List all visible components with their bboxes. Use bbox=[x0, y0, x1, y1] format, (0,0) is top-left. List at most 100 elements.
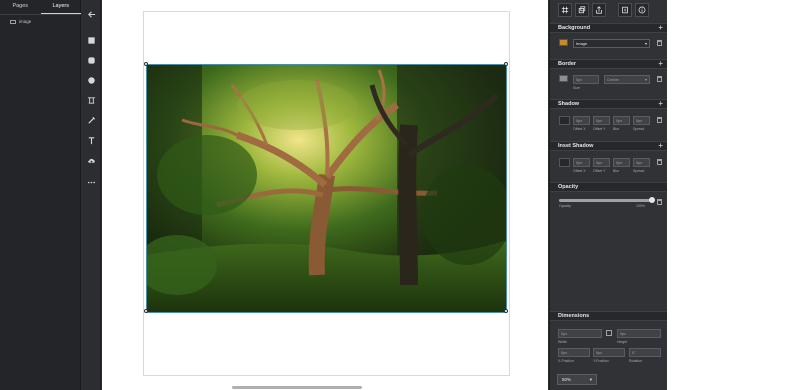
inset-spread-input[interactable]: 0px bbox=[633, 158, 650, 167]
grid-icon[interactable] bbox=[558, 3, 572, 17]
x-position-label: X-Position bbox=[558, 359, 574, 363]
tab-layers[interactable]: Layers bbox=[40, 0, 81, 14]
shadow-title: Shadow bbox=[558, 101, 580, 107]
cloud-upload-icon[interactable] bbox=[84, 154, 98, 166]
delete-opacity-icon[interactable] bbox=[657, 199, 662, 205]
resize-handle-top-right[interactable] bbox=[504, 62, 508, 66]
width-input[interactable]: 0px bbox=[558, 329, 602, 338]
background-section-header: Background + bbox=[550, 23, 668, 33]
zoom-value: 50% bbox=[562, 377, 572, 382]
layers-panel: Pages Layers image bbox=[0, 0, 81, 390]
inset-shadow-section-header: Inset Shadow + bbox=[550, 141, 668, 151]
opacity-label: Opacity bbox=[559, 204, 571, 208]
image-thumbnail-icon bbox=[10, 19, 16, 24]
layer-item-label: image bbox=[19, 19, 32, 24]
y-position-input[interactable]: 0px bbox=[593, 348, 625, 357]
opacity-section-header: Opacity bbox=[550, 182, 668, 192]
background-title: Background bbox=[558, 25, 591, 31]
tabs-divider bbox=[0, 14, 81, 15]
shadow-spread-input[interactable]: 0px bbox=[633, 116, 650, 125]
shadow-offset-x-label: Offset X bbox=[573, 127, 586, 131]
inset-offset-y-input[interactable]: 0px bbox=[593, 158, 610, 167]
panel-tabs: Pages Layers bbox=[0, 0, 81, 14]
watermark-text: wtvid.com bbox=[753, 374, 794, 384]
inset-offset-x-input[interactable]: 0px bbox=[573, 158, 590, 167]
add-shadow-icon[interactable]: + bbox=[658, 100, 663, 108]
lock-ratio-icon[interactable] bbox=[606, 330, 612, 336]
shadow-offset-y-input[interactable]: 0px bbox=[593, 116, 610, 125]
rounded-square-icon[interactable] bbox=[84, 54, 98, 66]
copy-icon[interactable] bbox=[618, 3, 632, 17]
inset-blur-label: Blur bbox=[613, 169, 620, 173]
circle-shape-icon[interactable] bbox=[84, 74, 98, 86]
dimensions-title: Dimensions bbox=[558, 313, 590, 319]
x-position-input[interactable]: 0px bbox=[558, 348, 590, 357]
delete-background-icon[interactable] bbox=[657, 40, 662, 46]
back-arrow-icon[interactable] bbox=[84, 8, 98, 20]
chevron-down-icon: ▾ bbox=[644, 77, 647, 82]
height-input[interactable]: 0px bbox=[617, 329, 661, 338]
border-size-label: Size bbox=[573, 86, 580, 90]
opacity-slider[interactable] bbox=[559, 197, 655, 203]
opacity-slider-handle[interactable] bbox=[649, 197, 655, 203]
shadow-offset-x-input[interactable]: 0px bbox=[573, 116, 590, 125]
canvas-area[interactable] bbox=[102, 0, 548, 390]
selected-image[interactable] bbox=[146, 64, 507, 313]
horizontal-scrollbar[interactable] bbox=[232, 386, 362, 389]
right-gutter bbox=[667, 0, 800, 390]
delete-shadow-icon[interactable] bbox=[657, 117, 662, 123]
opacity-slider-fill bbox=[559, 199, 652, 202]
rotation-input[interactable]: 0° bbox=[629, 348, 661, 357]
properties-panel: Background + Image ▾ Border + 0px Size C… bbox=[549, 0, 668, 390]
inset-offset-y-label: Offset Y bbox=[593, 169, 606, 173]
shadow-color-swatch[interactable] bbox=[559, 116, 570, 125]
add-inset-shadow-icon[interactable]: + bbox=[658, 142, 663, 150]
delete-inset-shadow-icon[interactable] bbox=[657, 159, 662, 165]
opacity-value: 100% bbox=[636, 204, 645, 208]
resize-handle-bottom-right[interactable] bbox=[504, 309, 508, 313]
layer-item-image[interactable]: image bbox=[10, 18, 31, 25]
inset-offset-x-label: Offset X bbox=[573, 169, 586, 173]
shadow-section-header: Shadow + bbox=[550, 99, 668, 109]
border-style-value: Center bbox=[607, 77, 620, 82]
layers-icon[interactable] bbox=[575, 3, 589, 17]
inset-blur-input[interactable]: 0px bbox=[613, 158, 630, 167]
inset-shadow-color-swatch[interactable] bbox=[559, 158, 570, 167]
chevron-down-icon: ▾ bbox=[644, 41, 647, 46]
dimensions-section-header: Dimensions bbox=[550, 311, 668, 321]
inset-spread-label: Spread bbox=[633, 169, 645, 173]
pen-tool-icon[interactable] bbox=[84, 114, 98, 126]
border-color-swatch[interactable] bbox=[559, 75, 568, 82]
height-label: Height bbox=[617, 340, 628, 344]
inset-shadow-title: Inset Shadow bbox=[558, 143, 594, 149]
add-border-icon[interactable]: + bbox=[658, 60, 663, 68]
image-tool-icon[interactable] bbox=[84, 94, 98, 106]
forest-tree-image bbox=[147, 65, 506, 312]
shadow-blur-input[interactable]: 0px bbox=[613, 116, 630, 125]
shadow-blur-label: Blur bbox=[613, 127, 620, 131]
border-size-input[interactable]: 0px bbox=[573, 75, 599, 84]
more-options-icon[interactable] bbox=[84, 176, 98, 188]
shadow-offset-y-label: Offset Y bbox=[593, 127, 606, 131]
tool-strip bbox=[81, 0, 101, 390]
zoom-select[interactable]: 50% ▾ bbox=[557, 374, 597, 385]
width-label: Width bbox=[558, 340, 567, 344]
info-icon[interactable] bbox=[635, 3, 649, 17]
y-position-label: Y-Position bbox=[593, 359, 609, 363]
square-shape-icon[interactable] bbox=[84, 34, 98, 46]
add-background-icon[interactable]: + bbox=[658, 24, 663, 32]
opacity-title: Opacity bbox=[558, 184, 579, 190]
resize-handle-bottom-left[interactable] bbox=[144, 309, 148, 313]
text-tool-icon[interactable] bbox=[84, 134, 98, 146]
border-section-header: Border + bbox=[550, 59, 668, 69]
background-type-select[interactable]: Image ▾ bbox=[573, 39, 650, 48]
shadow-spread-label: Spread bbox=[633, 127, 645, 131]
resize-handle-top-left[interactable] bbox=[144, 62, 148, 66]
export-icon[interactable] bbox=[592, 3, 606, 17]
background-image-swatch[interactable] bbox=[559, 39, 568, 46]
delete-border-icon[interactable] bbox=[657, 76, 662, 82]
border-style-select[interactable]: Center ▾ bbox=[604, 75, 650, 84]
tab-pages[interactable]: Pages bbox=[0, 0, 41, 14]
background-type-value: Image bbox=[576, 41, 588, 46]
chevron-down-icon: ▾ bbox=[589, 376, 592, 382]
